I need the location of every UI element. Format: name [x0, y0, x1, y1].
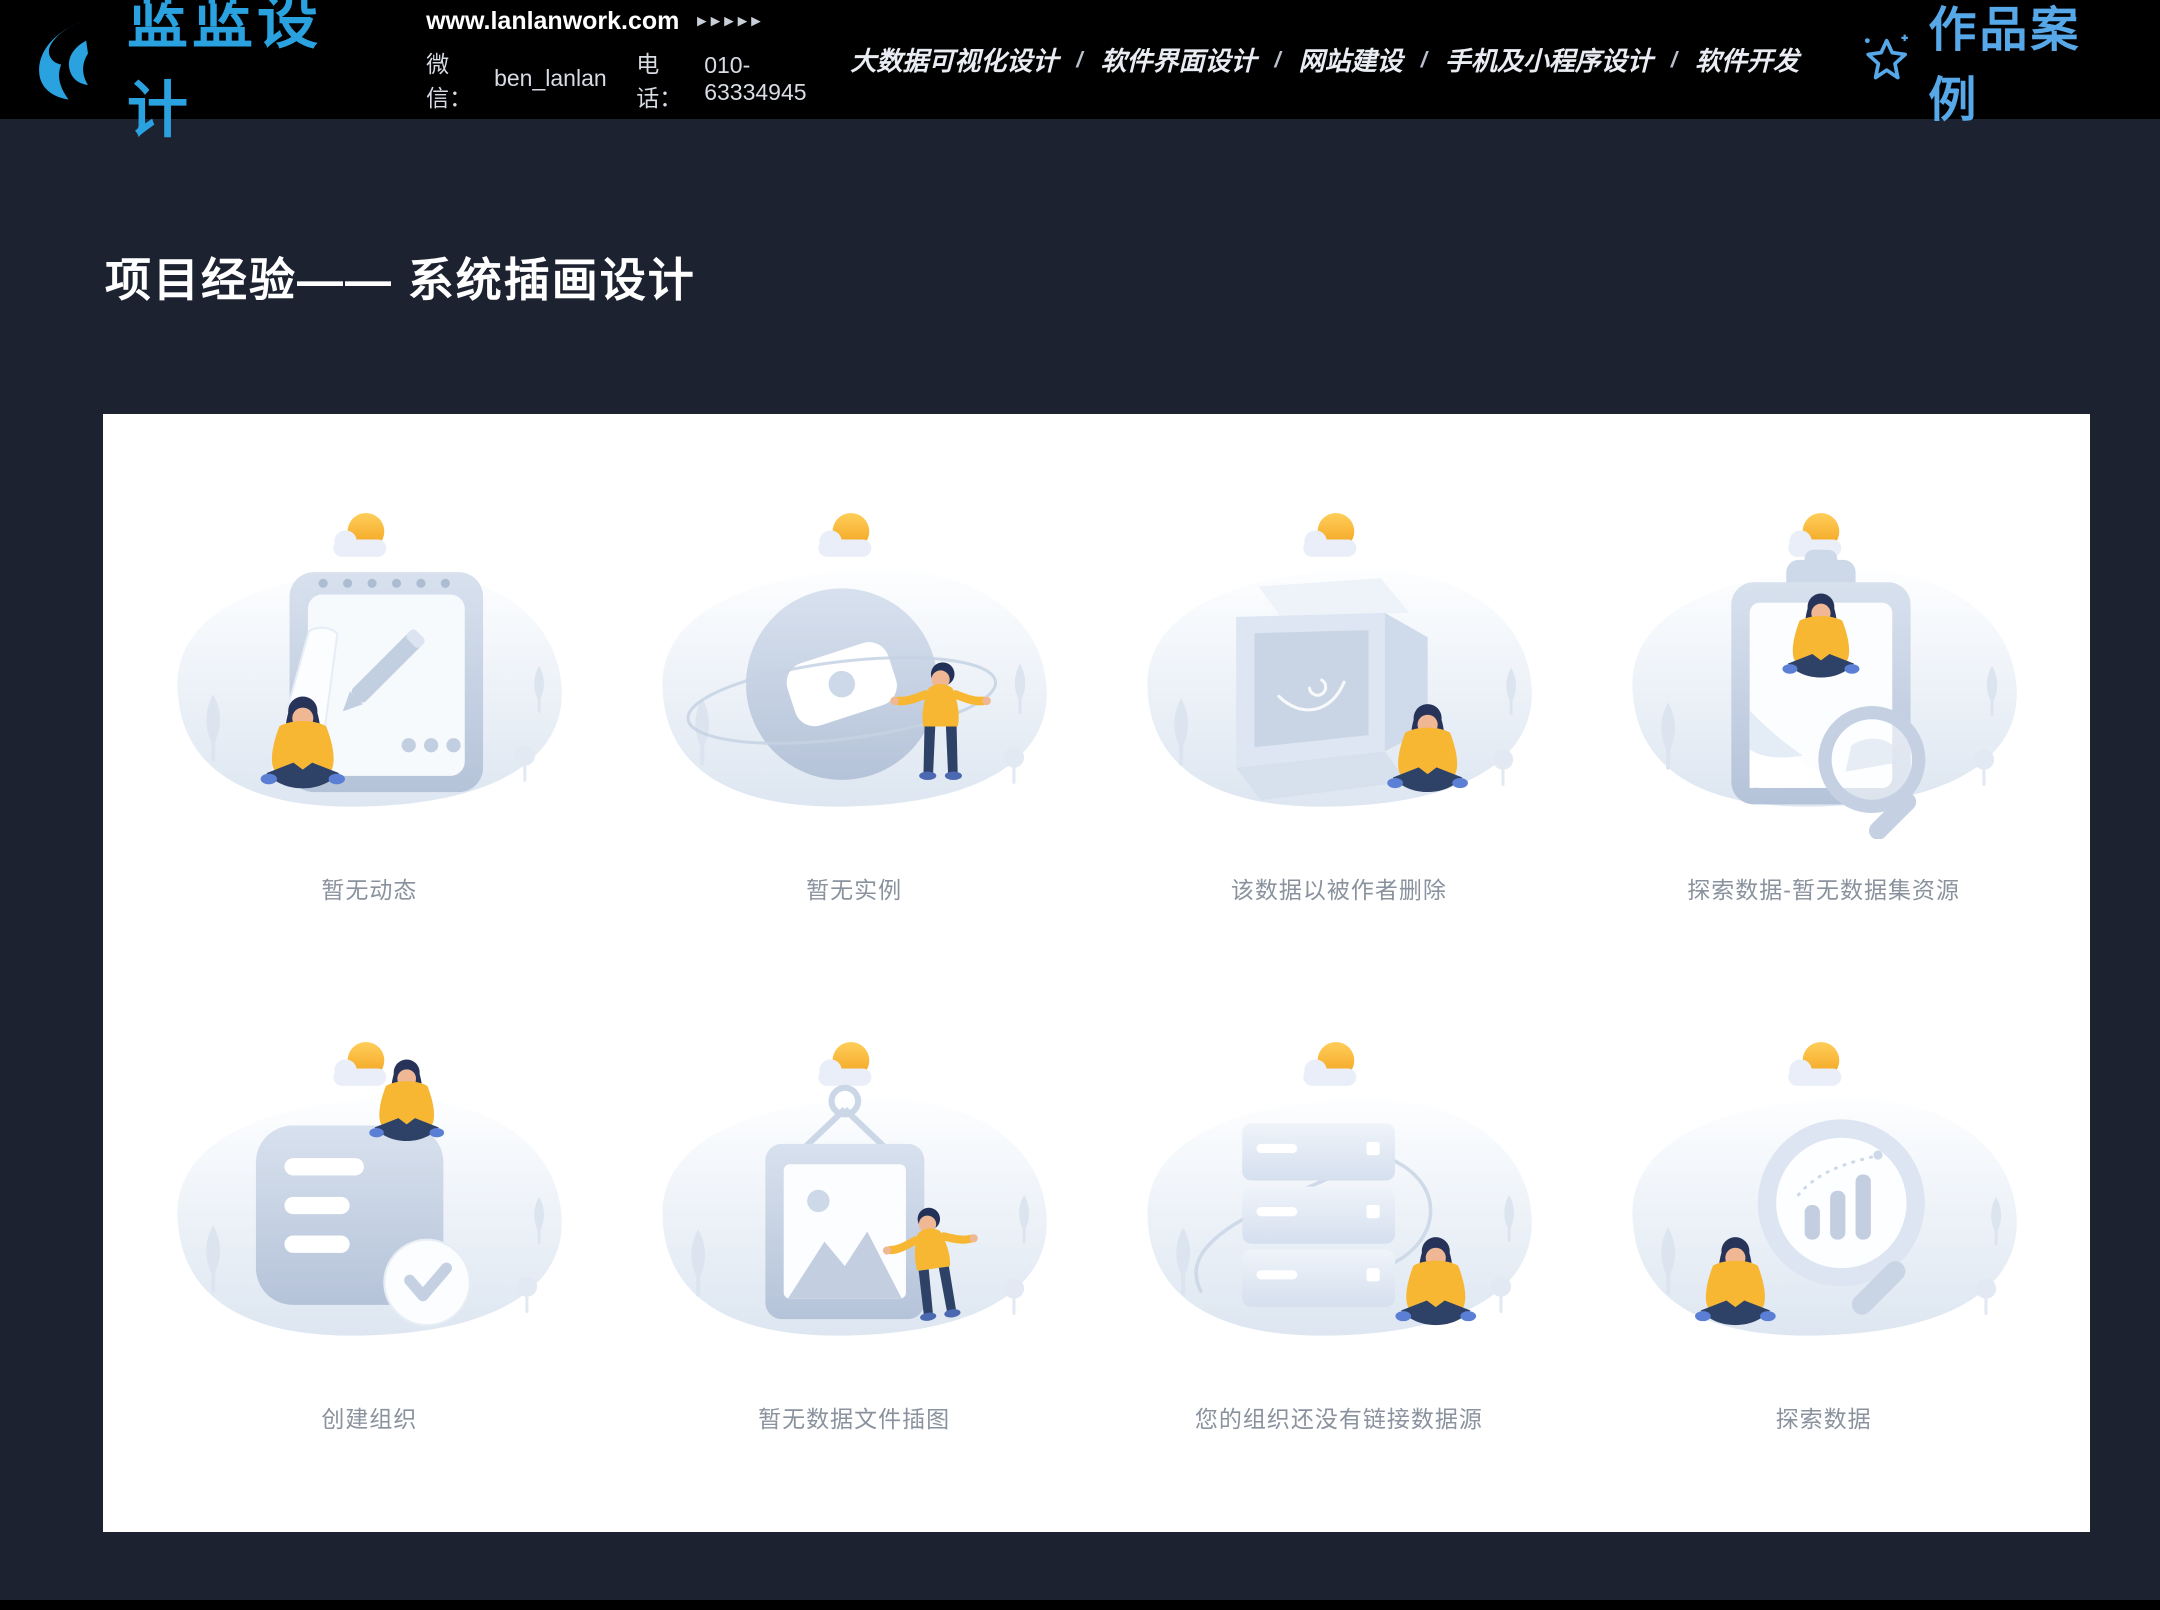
- wechat-value: ben_lanlan: [494, 65, 607, 92]
- phone-label: 电话：: [636, 45, 704, 113]
- wechat-label: 微信：: [426, 45, 494, 113]
- server-stack-illustration: [1120, 1042, 1558, 1368]
- nav-item-website-build[interactable]: 网站建设: [1299, 41, 1403, 78]
- illustration-card: 暂无动态: [127, 444, 612, 973]
- illustration-caption: 暂无数据文件插图: [758, 1400, 950, 1434]
- portfolio-label: 作品案例: [1928, 0, 2130, 130]
- illustration-card: 探索数据-暂无数据集资源: [1581, 444, 2066, 973]
- illustration-caption: 暂无动态: [321, 871, 417, 905]
- phone-value: 010-63334945: [704, 52, 850, 106]
- logo-text: 蓝蓝设计: [127, 0, 384, 149]
- nav-item-software-dev[interactable]: 软件开发: [1695, 41, 1799, 78]
- nav-item-mobile-miniprogram-design[interactable]: 手机及小程序设计: [1445, 41, 1653, 78]
- illustration-card: 您的组织还没有链接数据源: [1097, 973, 1582, 1502]
- nav-item-software-ui-design[interactable]: 软件界面设计: [1101, 41, 1257, 78]
- illustration-card: 创建组织: [127, 973, 612, 1502]
- illustration-caption: 探索数据-暂无数据集资源: [1687, 871, 1960, 905]
- website-url: www.lanlanwork.com: [426, 7, 679, 36]
- nav-separator: /: [1421, 47, 1427, 73]
- logo-icon: [28, 18, 111, 102]
- portfolio-star-icon: [1859, 32, 1914, 88]
- notepad-pencil-illustration: [150, 513, 588, 839]
- page-title: 项目经验—— 系统插画设计: [105, 244, 696, 310]
- empty-open-box-illustration: [1120, 513, 1558, 839]
- illustration-card: 暂无实例: [612, 444, 1097, 973]
- illustration-card: 该数据以被作者删除: [1097, 444, 1582, 973]
- illustration-canvas: 暂无动态 暂无实例: [103, 414, 2090, 1532]
- illustration-caption: 您的组织还没有链接数据源: [1195, 1400, 1483, 1434]
- illustration-card: 暂无数据文件插图: [612, 973, 1097, 1502]
- checklist-badge-illustration: [150, 1042, 588, 1368]
- hanging-picture-frame-illustration: [635, 1042, 1073, 1368]
- clipboard-magnifier-illustration: [1605, 513, 2043, 839]
- illustration-grid: 暂无动态 暂无实例: [103, 414, 2090, 1532]
- bottom-black-strip: [0, 1600, 2160, 1610]
- nav-separator: /: [1671, 47, 1677, 73]
- top-header-bar: 蓝蓝设计 www.lanlanwork.com ▸▸▸▸▸ 微信： ben_la…: [0, 0, 2160, 119]
- illustration-caption: 探索数据: [1776, 1400, 1872, 1434]
- illustration-card: 探索数据: [1581, 973, 2066, 1502]
- contact-block: www.lanlanwork.com ▸▸▸▸▸ 微信： ben_lanlan …: [426, 7, 850, 113]
- arrows-decoration: ▸▸▸▸▸: [697, 11, 765, 31]
- magnifier-bar-chart-illustration: [1605, 1042, 2043, 1368]
- nav-item-bigdata-visualization[interactable]: 大数据可视化设计: [850, 41, 1058, 78]
- portfolio-button[interactable]: 作品案例: [1859, 0, 2130, 130]
- nav-separator: /: [1076, 47, 1082, 73]
- illustration-caption: 该数据以被作者删除: [1231, 871, 1447, 905]
- main-nav: 大数据可视化设计 / 软件界面设计 / 网站建设 / 手机及小程序设计 / 软件…: [850, 41, 1799, 78]
- illustration-caption: 创建组织: [321, 1400, 417, 1434]
- planet-orbit-illustration: [635, 513, 1073, 839]
- nav-separator: /: [1275, 47, 1281, 73]
- logo[interactable]: 蓝蓝设计: [28, 0, 384, 149]
- illustration-caption: 暂无实例: [806, 871, 902, 905]
